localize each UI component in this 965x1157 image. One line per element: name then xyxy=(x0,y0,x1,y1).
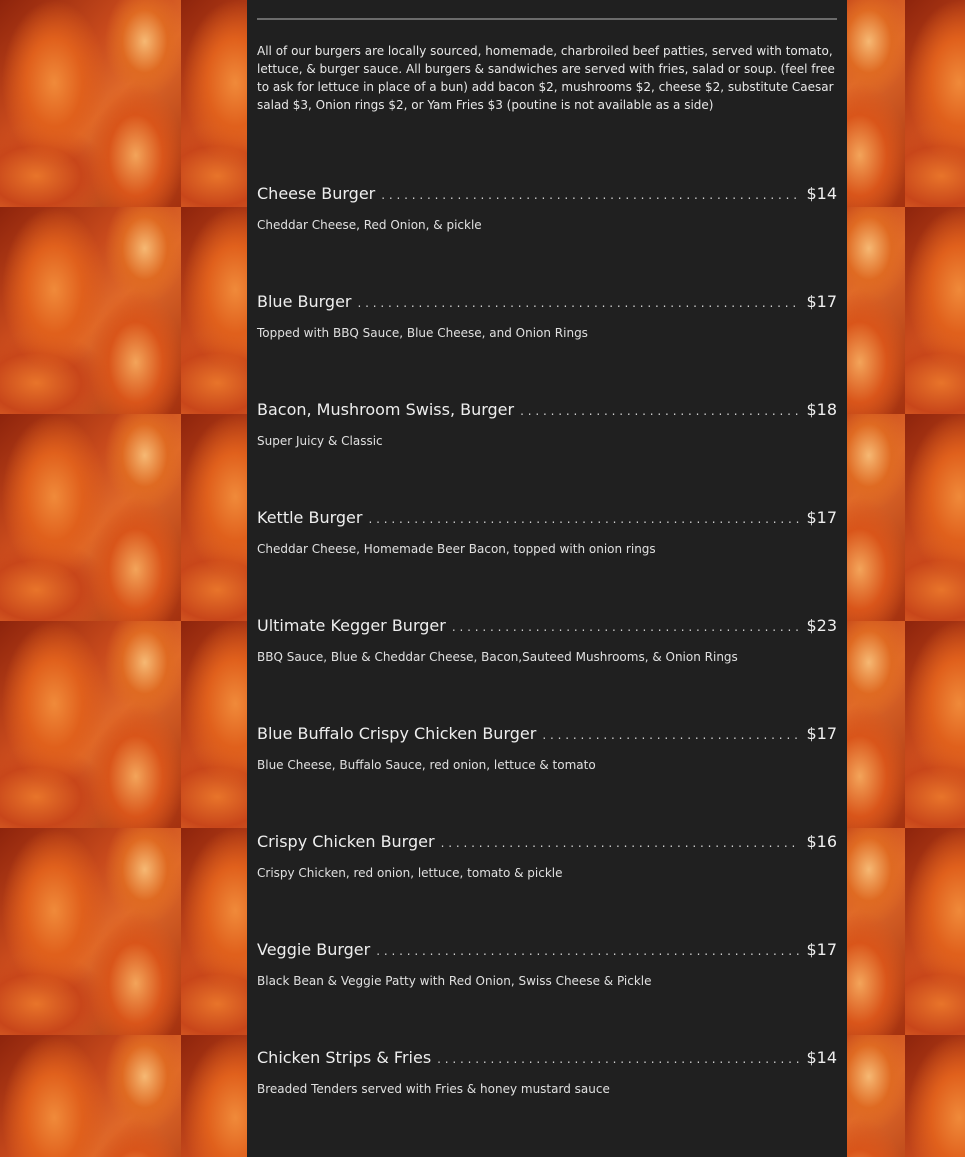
dot-leader xyxy=(437,1052,800,1066)
menu-item-description: Cheddar Cheese, Red Onion, & pickle xyxy=(257,218,482,232)
dot-leader xyxy=(376,944,800,958)
menu-item-name: Chicken Strips & Fries xyxy=(257,1048,432,1067)
menu-item-name: Ultimate Kegger Burger xyxy=(257,616,446,635)
menu-item-price: $14 xyxy=(806,184,837,203)
menu-item: Chicken Strips & Fries $14 Breaded Tende… xyxy=(257,1048,837,1097)
menu-item: Kettle Burger $17 Cheddar Cheese, Homema… xyxy=(257,508,837,557)
menu-item: Blue Buffalo Crispy Chicken Burger $17 B… xyxy=(257,724,837,773)
dot-leader xyxy=(357,296,800,310)
menu-item-header: Blue Burger $17 xyxy=(257,292,837,316)
section-divider xyxy=(257,18,837,20)
dot-leader xyxy=(381,188,800,202)
menu-item-header: Blue Buffalo Crispy Chicken Burger $17 xyxy=(257,724,837,748)
menu-item: Ultimate Kegger Burger $23 BBQ Sauce, Bl… xyxy=(257,616,837,665)
menu-item-name: Veggie Burger xyxy=(257,940,371,959)
menu-item: Blue Burger $17 Topped with BBQ Sauce, B… xyxy=(257,292,837,341)
dot-leader xyxy=(520,404,800,418)
menu-item-price: $23 xyxy=(806,616,837,635)
menu-item-description: BBQ Sauce, Blue & Cheddar Cheese, Bacon,… xyxy=(257,650,738,664)
menu-intro-text: All of our burgers are locally sourced, … xyxy=(257,44,835,112)
dot-leader xyxy=(452,620,801,634)
menu-item-price: $17 xyxy=(806,940,837,959)
menu-item-description: Crispy Chicken, red onion, lettuce, toma… xyxy=(257,866,563,880)
menu-item-price: $17 xyxy=(806,724,837,743)
menu-panel: All of our burgers are locally sourced, … xyxy=(247,0,847,1157)
menu-item: Crispy Chicken Burger $16 Crispy Chicken… xyxy=(257,832,837,881)
dot-leader xyxy=(542,728,800,742)
menu-item-price: $16 xyxy=(806,832,837,851)
menu-item: Bacon, Mushroom Swiss, Burger $18 Super … xyxy=(257,400,837,449)
menu-item-description: Topped with BBQ Sauce, Blue Cheese, and … xyxy=(257,326,588,340)
menu-item-header: Ultimate Kegger Burger $23 xyxy=(257,616,837,640)
menu-item-header: Kettle Burger $17 xyxy=(257,508,837,532)
dot-leader xyxy=(368,512,800,526)
menu-item-name: Crispy Chicken Burger xyxy=(257,832,435,851)
menu-item-price: $14 xyxy=(806,1048,837,1067)
menu-item-header: Chicken Strips & Fries $14 xyxy=(257,1048,837,1072)
menu-item: Cheese Burger $14 Cheddar Cheese, Red On… xyxy=(257,184,837,233)
menu-item-description: Blue Cheese, Buffalo Sauce, red onion, l… xyxy=(257,758,596,772)
menu-item-price: $17 xyxy=(806,508,837,527)
menu-item-description: Super Juicy & Classic xyxy=(257,434,383,448)
menu-item: Veggie Burger $17 Black Bean & Veggie Pa… xyxy=(257,940,837,989)
menu-item-name: Kettle Burger xyxy=(257,508,363,527)
menu-item-header: Cheese Burger $14 xyxy=(257,184,837,208)
menu-item-price: $18 xyxy=(806,400,837,419)
menu-item-name: Blue Burger xyxy=(257,292,352,311)
menu-item-name: Cheese Burger xyxy=(257,184,376,203)
menu-item-name: Blue Buffalo Crispy Chicken Burger xyxy=(257,724,537,743)
menu-item-header: Crispy Chicken Burger $16 xyxy=(257,832,837,856)
menu-item-description: Cheddar Cheese, Homemade Beer Bacon, top… xyxy=(257,542,656,556)
menu-item-description: Black Bean & Veggie Patty with Red Onion… xyxy=(257,974,652,988)
menu-item-header: Bacon, Mushroom Swiss, Burger $18 xyxy=(257,400,837,424)
menu-item-price: $17 xyxy=(806,292,837,311)
menu-item-header: Veggie Burger $17 xyxy=(257,940,837,964)
menu-item-name: Bacon, Mushroom Swiss, Burger xyxy=(257,400,515,419)
dot-leader xyxy=(441,836,801,850)
menu-item-description: Breaded Tenders served with Fries & hone… xyxy=(257,1082,610,1096)
